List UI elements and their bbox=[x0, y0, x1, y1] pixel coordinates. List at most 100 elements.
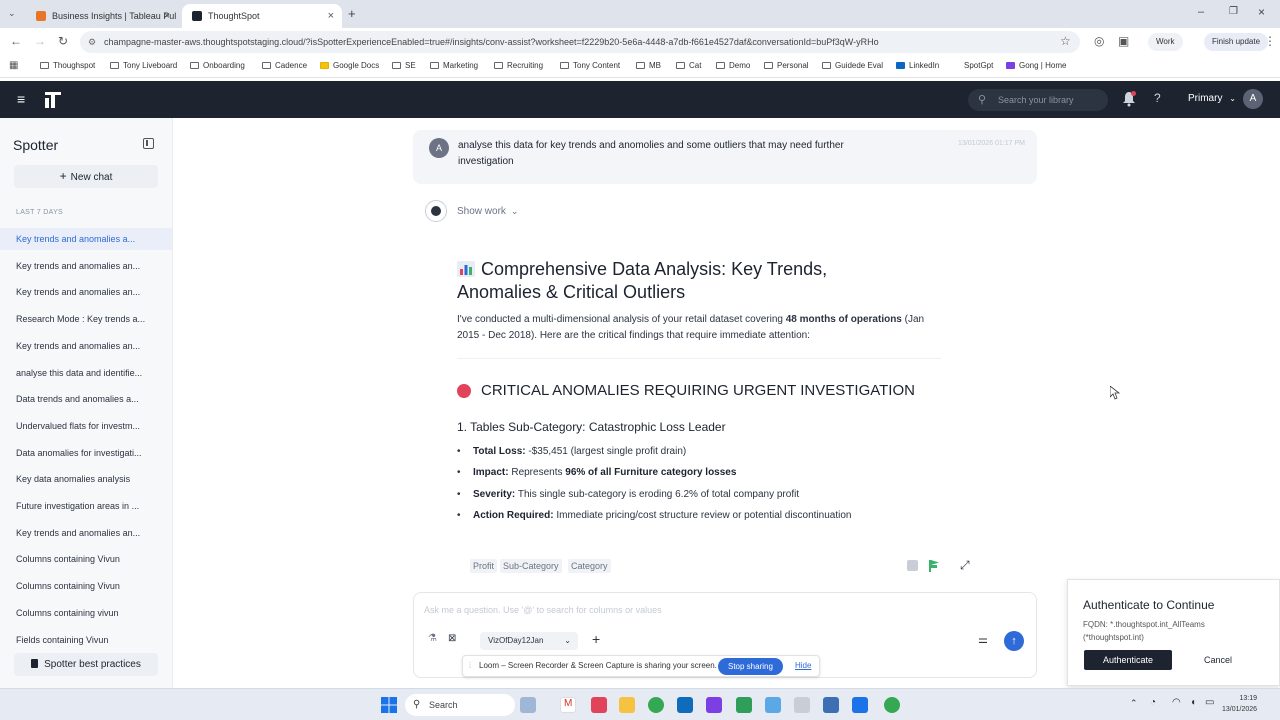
sidebar-chat-item[interactable]: Columns containing Vivun bbox=[0, 575, 172, 597]
sidebar-chat-item[interactable]: Key data anomalies analysis bbox=[0, 468, 172, 490]
stop-sharing-button[interactable]: Stop sharing bbox=[718, 658, 783, 675]
browser-menu-icon[interactable]: ⋮ bbox=[1264, 34, 1276, 48]
data-source-icon[interactable]: ⊠ bbox=[448, 633, 456, 644]
bookmark-item[interactable]: Tony Content bbox=[560, 61, 620, 70]
bookmark-item[interactable]: Tony Liveboard bbox=[110, 61, 177, 70]
column-chip-sub-category[interactable]: Sub-Category bbox=[500, 559, 562, 573]
chrome-icon[interactable] bbox=[884, 697, 900, 713]
thoughtspot-logo-icon[interactable] bbox=[44, 91, 62, 109]
bookmark-item[interactable]: Cadence bbox=[262, 61, 307, 70]
bookmark-item[interactable]: Onboarding bbox=[190, 61, 245, 70]
taskbar-search[interactable]: ⚲ Search bbox=[405, 694, 515, 716]
site-info-icon[interactable]: ⚙ bbox=[88, 31, 96, 53]
apps-grid-icon[interactable]: ▦ bbox=[9, 60, 18, 71]
hide-link[interactable]: Hide bbox=[795, 661, 811, 670]
file-explorer-icon[interactable] bbox=[619, 697, 635, 713]
user-avatar[interactable]: A bbox=[1243, 89, 1263, 109]
chart-flag-icon[interactable] bbox=[929, 560, 939, 572]
bookmark-item[interactable]: Recruiting bbox=[494, 61, 543, 70]
app-icon[interactable] bbox=[736, 697, 752, 713]
authenticate-button[interactable]: Authenticate bbox=[1084, 650, 1172, 670]
minimize-icon[interactable]: – bbox=[1198, 6, 1204, 18]
wifi-icon[interactable]: ◠ bbox=[1172, 697, 1181, 708]
ask-question-input[interactable] bbox=[424, 601, 984, 619]
sidebar-chat-item[interactable]: Key trends and anomalies an... bbox=[0, 255, 172, 277]
settings-sliders-icon[interactable]: ⚌ bbox=[978, 633, 988, 646]
bookmark-item[interactable]: Personal bbox=[764, 61, 809, 70]
reload-icon[interactable]: ↻ bbox=[58, 34, 68, 48]
outlook-icon[interactable] bbox=[677, 697, 693, 713]
back-icon[interactable]: ← bbox=[10, 34, 22, 48]
system-clock[interactable]: 13:19 13/01/2026 bbox=[1222, 693, 1257, 715]
add-source-icon[interactable]: + bbox=[592, 631, 600, 647]
tray-chevron-icon[interactable]: ⌃ bbox=[1130, 698, 1138, 709]
new-tab-icon[interactable]: + bbox=[348, 6, 356, 21]
collapse-sidebar-icon[interactable] bbox=[143, 138, 154, 149]
tab-search-icon[interactable]: ⌄ bbox=[8, 8, 16, 19]
battery-icon[interactable]: ▭ bbox=[1205, 697, 1214, 708]
close-tab-icon[interactable]: × bbox=[164, 10, 170, 22]
sidebar-chat-item[interactable]: Future investigation areas in ... bbox=[0, 495, 172, 517]
sidebar-chat-item[interactable]: Key trends and anomalies a... bbox=[0, 228, 172, 250]
calendar-icon[interactable] bbox=[823, 697, 839, 713]
network-icon[interactable]: ◔ bbox=[1150, 697, 1156, 708]
org-switcher[interactable]: Primary ⌄ bbox=[1188, 93, 1236, 104]
tab-tableau[interactable]: Business Insights | Tableau Pul × bbox=[26, 4, 178, 28]
bookmark-item[interactable]: Cat bbox=[676, 61, 701, 70]
expand-icon[interactable]: ⤢ bbox=[960, 558, 970, 573]
sidebar-chat-item[interactable]: Undervalued flats for investm... bbox=[0, 415, 172, 437]
tab-thoughtspot[interactable]: ThoughtSpot × bbox=[182, 4, 342, 28]
research-mode-icon[interactable]: ⚗ bbox=[428, 633, 437, 644]
close-window-icon[interactable]: × bbox=[1258, 5, 1265, 19]
bookmark-item[interactable]: Thoughspot bbox=[40, 61, 95, 70]
extension-icon[interactable]: ◎ bbox=[1094, 34, 1104, 48]
app-icon[interactable] bbox=[765, 697, 781, 713]
new-chat-button[interactable]: + New chat bbox=[14, 165, 158, 188]
table-view-icon[interactable] bbox=[907, 560, 918, 571]
sidebar-chat-item[interactable]: Key trends and anomalies an... bbox=[0, 335, 172, 357]
loom-icon[interactable] bbox=[591, 697, 607, 713]
cancel-button[interactable]: Cancel bbox=[1178, 650, 1258, 670]
forward-icon[interactable]: → bbox=[34, 34, 46, 48]
volume-icon[interactable]: ◖ bbox=[1190, 697, 1196, 708]
bookmark-item[interactable]: LinkedIn bbox=[896, 61, 939, 70]
app-icon[interactable] bbox=[852, 697, 868, 713]
profile-button[interactable]: Work bbox=[1148, 33, 1183, 51]
column-chip-profit[interactable]: Profit bbox=[470, 559, 498, 573]
maximize-icon[interactable]: ❐ bbox=[1229, 6, 1238, 17]
sidebar-chat-item[interactable]: Data trends and anomalies a... bbox=[0, 388, 172, 410]
url-field[interactable]: ⚙ champagne-master-aws.thoughtspotstagin… bbox=[80, 31, 1080, 53]
extensions-puzzle-icon[interactable]: ▣ bbox=[1118, 34, 1129, 48]
app-icon[interactable] bbox=[794, 697, 810, 713]
bookmark-item[interactable]: MB bbox=[636, 61, 661, 70]
sidebar-chat-item[interactable]: Columns containing Vivun bbox=[0, 548, 172, 570]
sidebar-chat-item[interactable]: Columns containing vivun bbox=[0, 602, 172, 624]
library-search-input[interactable]: ⚲ Search your library bbox=[968, 89, 1108, 111]
bookmark-item[interactable]: Google Docs bbox=[320, 61, 379, 70]
bookmark-item[interactable]: SpotGpt bbox=[964, 61, 993, 70]
bookmark-item[interactable]: Gong | Home bbox=[1006, 61, 1066, 70]
sidebar-chat-item[interactable]: Key trends and anomalies an... bbox=[0, 281, 172, 303]
sidebar-chat-item[interactable]: Fields containing Vivun bbox=[0, 629, 172, 651]
best-practices-button[interactable]: Spotter best practices bbox=[14, 653, 158, 676]
sidebar-chat-item[interactable]: Research Mode : Key trends a... bbox=[0, 308, 172, 330]
bookmark-item[interactable]: Guidede Eval bbox=[822, 61, 883, 70]
bookmark-item[interactable]: Demo bbox=[716, 61, 750, 70]
gmail-icon[interactable]: M bbox=[560, 697, 576, 713]
chrome-icon[interactable] bbox=[648, 697, 664, 713]
finish-update-button[interactable]: Finish update bbox=[1204, 33, 1269, 51]
bookmark-star-icon[interactable]: ☆ bbox=[1060, 34, 1071, 48]
bookmark-item[interactable]: Marketing bbox=[430, 61, 478, 70]
close-tab-icon[interactable]: × bbox=[328, 10, 334, 22]
send-button[interactable]: ↑ bbox=[1004, 631, 1024, 651]
sidebar-chat-item[interactable]: Key trends and anomalies an... bbox=[0, 522, 172, 544]
drag-handle-icon[interactable]: ⦙ bbox=[469, 660, 471, 671]
teams-icon[interactable] bbox=[706, 697, 722, 713]
help-icon[interactable]: ? bbox=[1154, 91, 1161, 105]
task-view-icon[interactable] bbox=[520, 697, 536, 713]
sidebar-chat-item[interactable]: Data anomalies for investigati... bbox=[0, 442, 172, 464]
column-chip-category[interactable]: Category bbox=[568, 559, 611, 573]
show-work-toggle[interactable]: Show work ⌄ bbox=[425, 200, 518, 222]
hamburger-menu-icon[interactable]: ≡ bbox=[17, 91, 25, 107]
worksheet-selector[interactable]: VizOfDay12Jan ⌄ bbox=[480, 632, 578, 650]
